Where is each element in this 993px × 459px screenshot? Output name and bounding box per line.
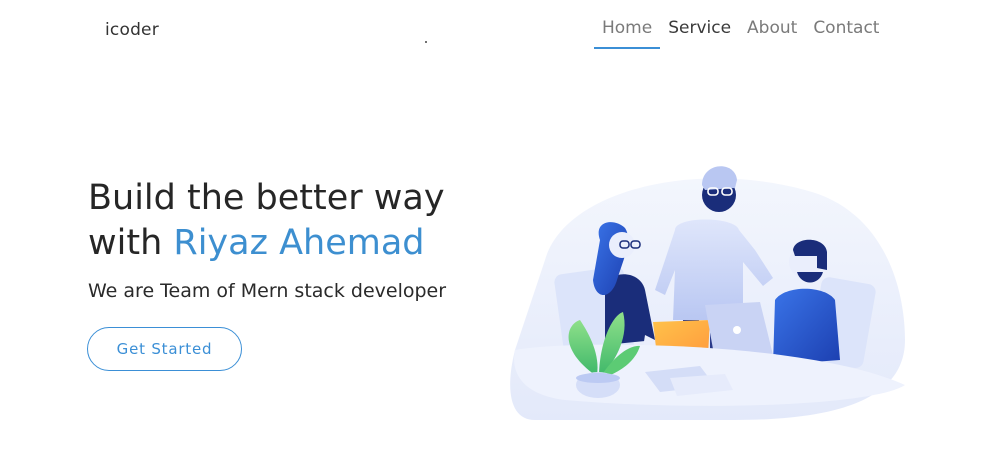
hero-subtitle: We are Team of Mern stack developer: [88, 280, 447, 302]
nav-about[interactable]: About: [739, 18, 805, 49]
hero-title-line1: Build the better way: [88, 178, 445, 218]
get-started-button[interactable]: Get Started: [87, 327, 242, 371]
hero-title: Build the better way with Riyaz Ahemad: [88, 176, 445, 266]
main-nav: Home Service About Contact: [594, 18, 887, 49]
nav-home[interactable]: Home: [594, 18, 661, 49]
stray-dot: [425, 41, 427, 43]
nav-contact[interactable]: Contact: [805, 18, 887, 49]
nav-service[interactable]: Service: [660, 18, 739, 49]
hero-title-prefix: with: [88, 223, 174, 263]
site-header: icoder Home Service About Contact: [0, 0, 993, 62]
team-illustration: [510, 166, 905, 420]
site-logo[interactable]: icoder: [105, 20, 159, 40]
hero-title-name: Riyaz Ahemad: [173, 223, 425, 263]
